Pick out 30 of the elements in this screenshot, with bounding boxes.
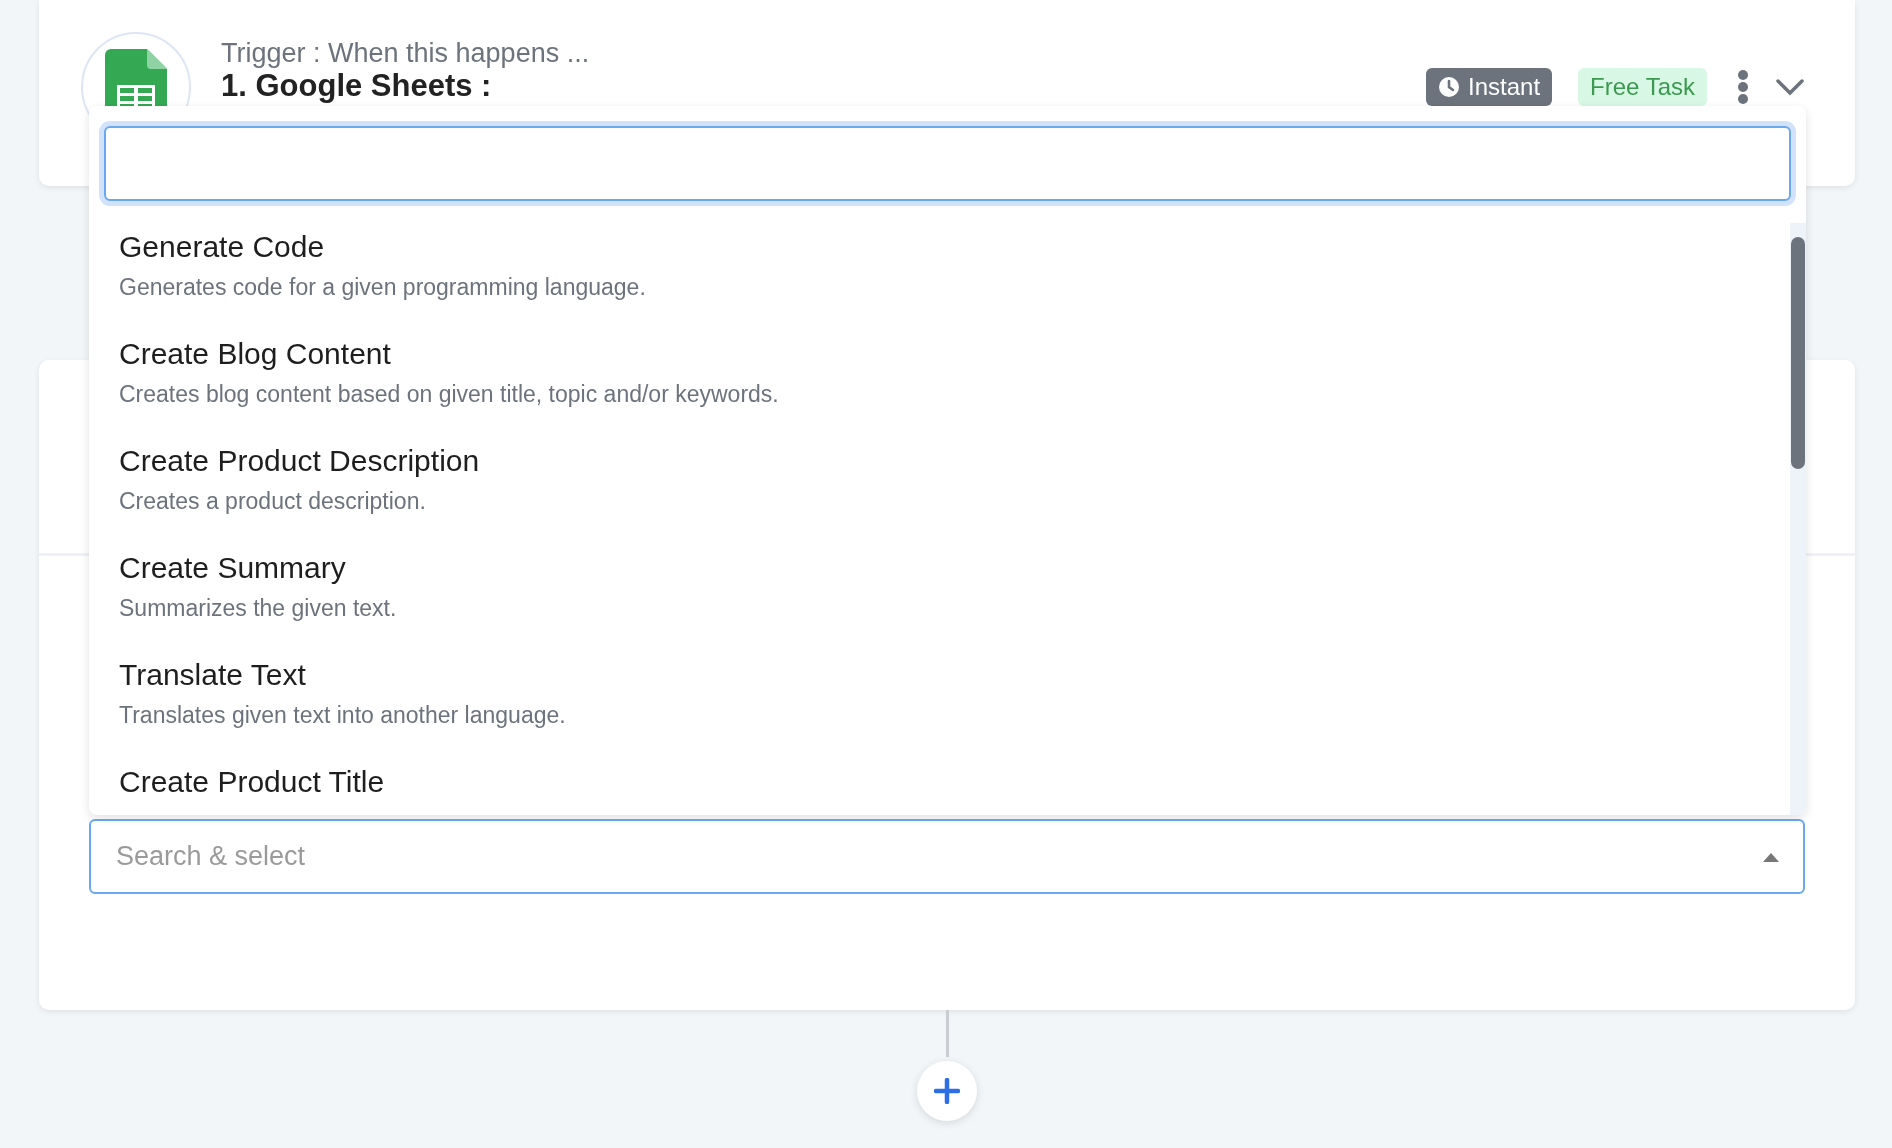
trigger-label: Trigger : When this happens ... (221, 38, 590, 68)
option-item[interactable]: Create Product Description Creates a product description. (119, 437, 1790, 544)
option-item[interactable]: Create Product Title (119, 758, 1790, 815)
option-item[interactable]: Generate Code Generates code for a given programming language. (119, 223, 1790, 330)
more-icon[interactable] (1737, 70, 1749, 104)
scrollbar-thumb[interactable] (1791, 237, 1805, 469)
option-item[interactable]: Create Summary Summarizes the given text. (119, 544, 1790, 651)
search-field[interactable] (104, 126, 1791, 201)
scrollbar[interactable] (1790, 223, 1806, 815)
option-title: Create Product Title (119, 765, 386, 799)
option-description: Creates a product description. (119, 488, 427, 515)
plus-icon (934, 1078, 960, 1104)
badge-text: Instant (1468, 73, 1541, 101)
option-description: Summarizes the given text. (119, 595, 398, 622)
select-placeholder: Search & select (116, 841, 306, 872)
option-description: Creates blog content based on given title, topic and/or keywords. (119, 381, 780, 408)
option-title: Create Product Description (119, 444, 481, 478)
option-title: Create Blog Content (119, 337, 392, 371)
option-item[interactable]: Create Blog Content Creates blog content based on given title, topic and/or keywords. (119, 330, 1790, 437)
option-description: Translates given text into another language. (119, 702, 567, 729)
option-title: Translate Text (119, 658, 307, 692)
option-description: Generates code for a given programming language. (119, 274, 647, 301)
option-title: Create Summary (119, 551, 347, 585)
free-task-badge: Free Task (1578, 68, 1707, 106)
clock-icon (1438, 76, 1460, 98)
trigger-title: 1. Google Sheets : (221, 69, 493, 103)
option-title: Generate Code (119, 230, 326, 264)
add-step-button[interactable] (917, 1061, 977, 1121)
option-item[interactable]: Translate Text Translates given text into another language. (119, 651, 1790, 758)
chevron-down-icon[interactable] (1775, 78, 1805, 96)
